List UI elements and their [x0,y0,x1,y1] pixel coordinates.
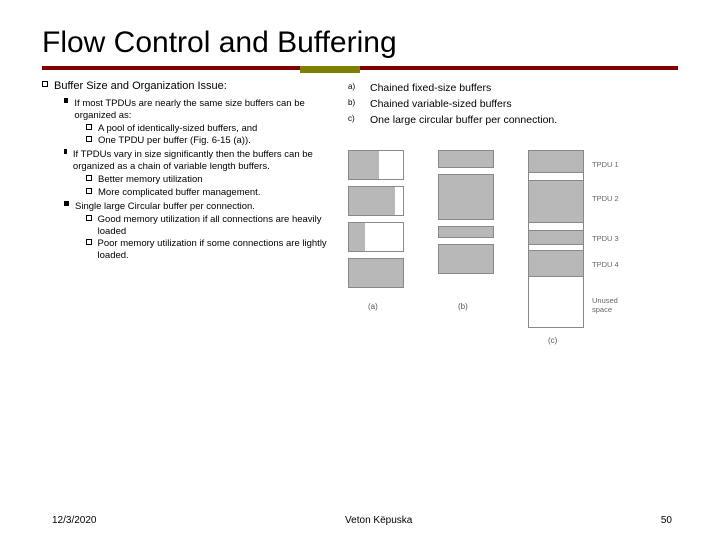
legend-label: c) [348,114,360,126]
divider [42,66,678,72]
right-column: a) Chained fixed-size buffers b) Chained… [348,80,678,390]
bullet-1-sub-2: One TPDU per buffer (Fig. 6-15 (a)). [86,135,330,147]
figure-label-c: (c) [548,336,557,345]
bullet-1: If most TPDUs are nearly the same size b… [64,98,330,122]
filled-square-bullet-icon [64,98,68,103]
footer-page: 50 [661,515,672,526]
bullet-text: Single large Circular buffer per connect… [75,201,255,213]
unused-label: Unused space [592,296,632,314]
bullet-2-sub-1: Better memory utilization [86,174,330,186]
square-bullet-icon [86,188,92,194]
bullet-text: One TPDU per buffer (Fig. 6-15 (a)). [98,135,251,147]
square-bullet-icon [86,136,92,142]
bullet-2: If TPDUs vary in size significantly then… [64,149,330,173]
page-title: Flow Control and Buffering [42,26,678,60]
buffer-figure: (a) (b) [348,140,668,390]
footer-date: 12/3/2020 [52,515,97,526]
legend-b: b) Chained variable-sized buffers [348,98,678,110]
row-label-3: TPDU 3 [592,234,619,243]
legend-text: One large circular buffer per connection… [370,114,678,126]
legend-c: c) One large circular buffer per connect… [348,114,678,126]
bullet-text: If TPDUs vary in size significantly then… [73,149,330,173]
bullet-3-sub-1: Good memory utilization if all connectio… [86,214,330,238]
bullet-text: If most TPDUs are nearly the same size b… [74,98,330,122]
footer: 12/3/2020 Veton Këpuska 50 [0,515,720,526]
bullet-3-sub-2: Poor memory utilization if some connecti… [86,238,330,262]
content-columns: Buffer Size and Organization Issue: If m… [42,80,678,390]
section-heading-row: Buffer Size and Organization Issue: [42,80,330,94]
bullet-text: More complicated buffer management. [98,187,260,199]
square-bullet-icon [86,215,92,221]
footer-author: Veton Këpuska [345,515,412,526]
legend-text: Chained fixed-size buffers [370,82,678,94]
filled-square-bullet-icon [64,149,67,154]
bullet-text: Poor memory utilization if some connecti… [98,238,330,262]
legend-a: a) Chained fixed-size buffers [348,82,678,94]
bullet-3: Single large Circular buffer per connect… [64,201,330,213]
bullet-text: Good memory utilization if all connectio… [98,214,330,238]
legend-text: Chained variable-sized buffers [370,98,678,110]
left-column: Buffer Size and Organization Issue: If m… [42,80,330,390]
bullet-1-sub-1: A pool of identically-sized buffers, and [86,123,330,135]
filled-square-bullet-icon [64,201,69,206]
row-label-1: TPDU 1 [592,160,619,169]
row-label-4: TPDU 4 [592,260,619,269]
bullet-text: Better memory utilization [98,174,203,186]
bullet-text: A pool of identically-sized buffers, and [98,123,257,135]
square-bullet-icon [86,239,92,245]
legend-label: a) [348,82,360,94]
bullet-2-sub-2: More complicated buffer management. [86,187,330,199]
row-label-2: TPDU 2 [592,194,619,203]
figure-label-a: (a) [368,302,378,311]
square-bullet-icon [86,124,92,130]
square-bullet-icon [86,175,92,181]
section-heading: Buffer Size and Organization Issue: [54,80,227,94]
square-bullet-icon [42,81,48,87]
figure-label-b: (b) [458,302,468,311]
legend-label: b) [348,98,360,110]
